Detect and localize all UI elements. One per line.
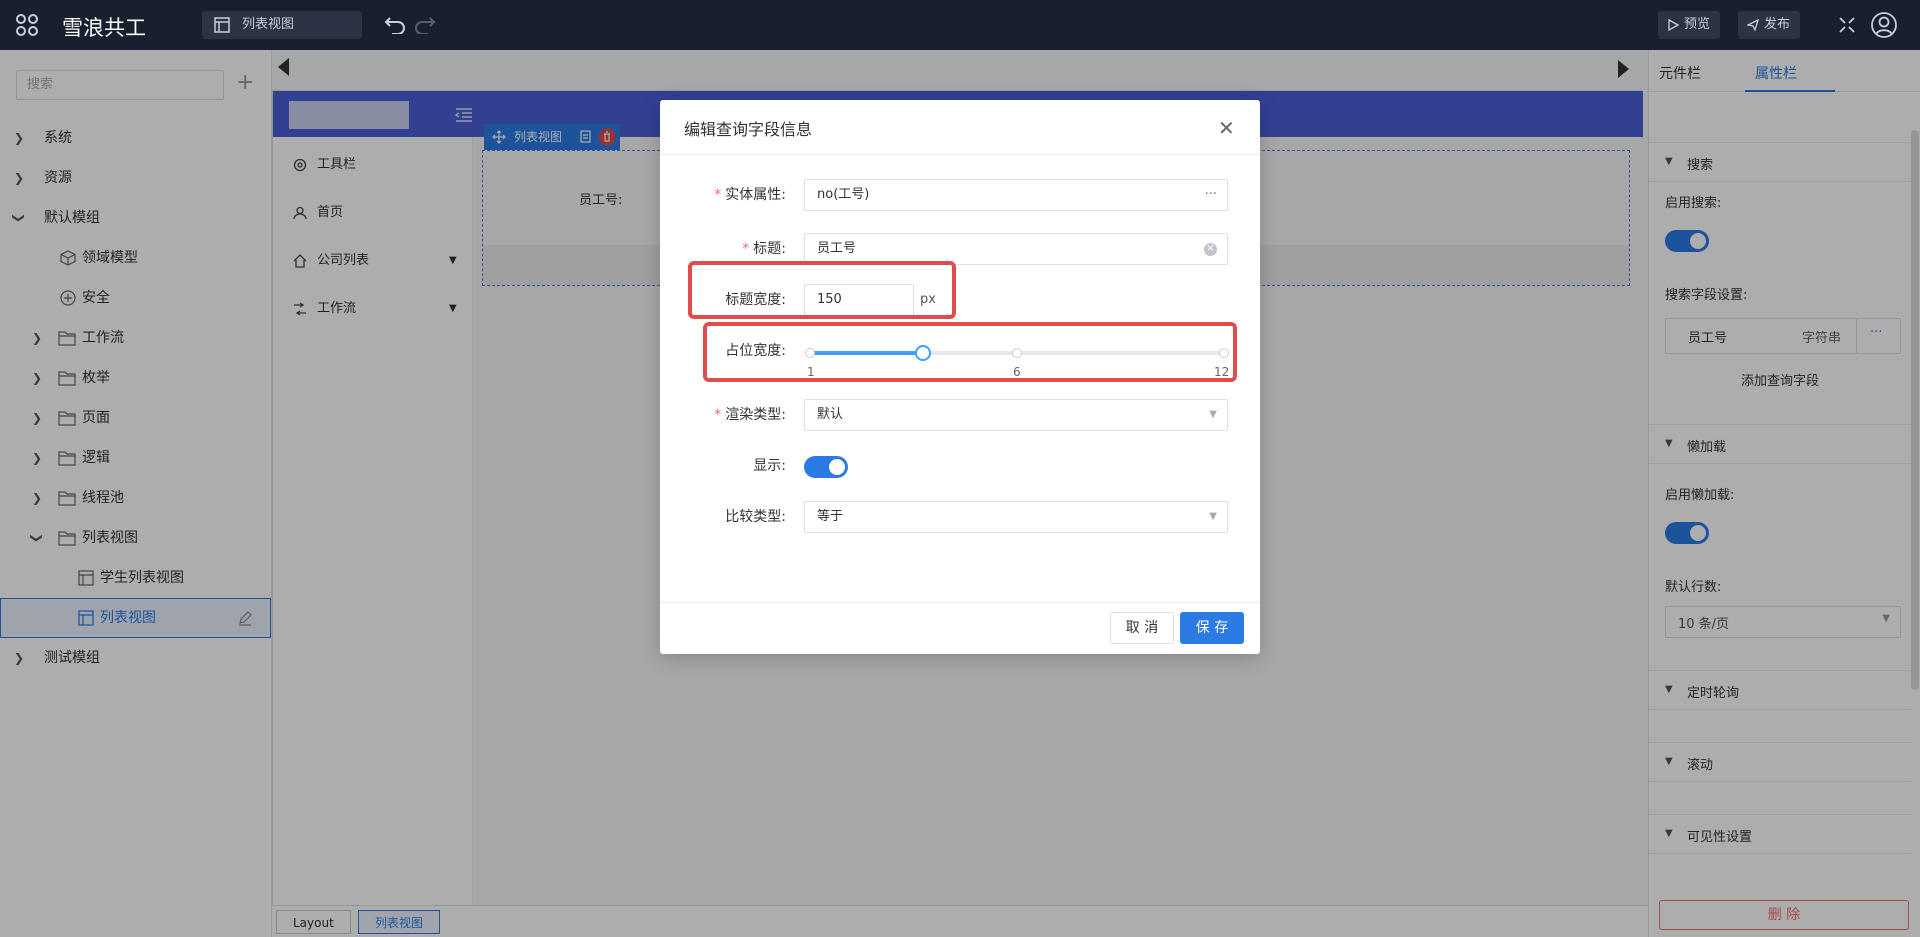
- open-tab-label: 列表视图: [242, 17, 295, 32]
- required-asterisk: *: [714, 187, 722, 203]
- divider: [660, 154, 1260, 155]
- apps-grid-icon[interactable]: [14, 12, 40, 38]
- preview-button[interactable]: 预览: [1658, 11, 1721, 39]
- publish-button[interactable]: 发布: [1738, 11, 1801, 39]
- compare-type-select[interactable]: 等于 ▼: [804, 501, 1228, 533]
- required-asterisk: *: [742, 241, 750, 257]
- display-row: 显示:: [660, 450, 1260, 482]
- entity-attribute-label: * 实体属性:: [714, 187, 786, 203]
- cancel-button[interactable]: 取 消: [1110, 612, 1174, 644]
- layout-icon: [214, 17, 230, 33]
- entity-attribute-input[interactable]: no(工号) ···: [804, 179, 1228, 211]
- divider: [660, 602, 1260, 603]
- display-label: 显示:: [753, 458, 786, 474]
- chevron-down-icon: ▼: [1209, 511, 1217, 522]
- app-title: 雪浪共工: [62, 16, 146, 40]
- annotation-highlight-title-width: [688, 261, 956, 319]
- entity-attribute-value: no(工号): [817, 187, 870, 202]
- entity-attribute-row: * 实体属性: no(工号) ···: [660, 179, 1260, 211]
- fullscreen-icon[interactable]: [1838, 16, 1856, 34]
- title-value: 员工号: [817, 241, 857, 256]
- save-button[interactable]: 保 存: [1180, 612, 1244, 644]
- open-tab-list-view[interactable]: 列表视图: [202, 11, 362, 39]
- top-bar: 雪浪共工 列表视图 预览 发布: [0, 0, 1920, 50]
- compare-type-value: 等于: [817, 509, 844, 524]
- required-asterisk: *: [714, 407, 722, 423]
- play-icon: [1668, 19, 1679, 31]
- publish-label: 发布: [1764, 17, 1791, 32]
- user-avatar-icon[interactable]: [1870, 11, 1898, 39]
- send-icon: [1747, 19, 1759, 31]
- redo-icon[interactable]: [414, 14, 436, 34]
- undo-icon[interactable]: [384, 14, 406, 34]
- edit-query-field-dialog: 编辑查询字段信息 ✕ * 实体属性: no(工号) ··· * 标题: 员工号 ✕ …: [660, 100, 1260, 654]
- display-toggle[interactable]: [804, 456, 848, 478]
- compare-type-label: 比较类型:: [725, 509, 786, 525]
- render-type-select[interactable]: 默认 ▼: [804, 399, 1228, 431]
- chevron-down-icon: ▼: [1209, 409, 1217, 420]
- close-icon[interactable]: ✕: [1218, 116, 1235, 140]
- dialog-title: 编辑查询字段信息: [684, 120, 813, 139]
- render-type-label: * 渲染类型:: [714, 407, 786, 423]
- compare-type-row: 比较类型: 等于 ▼: [660, 501, 1260, 533]
- preview-label: 预览: [1684, 17, 1711, 32]
- more-icon[interactable]: ···: [1205, 180, 1217, 210]
- render-type-value: 默认: [817, 407, 844, 422]
- clear-icon[interactable]: ✕: [1204, 243, 1217, 256]
- render-type-row: * 渲染类型: 默认 ▼: [660, 399, 1260, 431]
- annotation-highlight-span-width: [703, 322, 1237, 382]
